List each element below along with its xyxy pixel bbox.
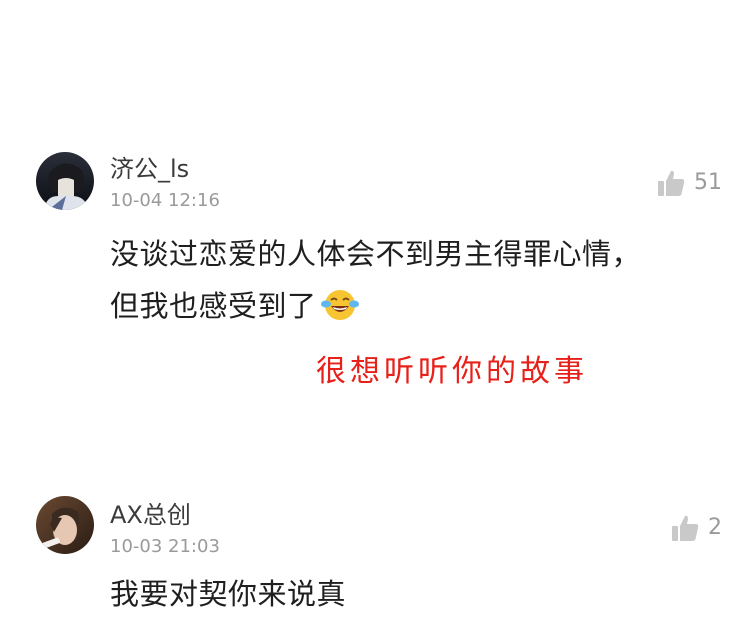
timestamp: 10-04 12:16 <box>110 190 220 211</box>
comment-text-line: 但我也感受到了 <box>110 280 730 338</box>
handwritten-annotation: 很想听听你的故事 <box>316 354 588 389</box>
comment-text: 没谈过恋爱的人体会不到男主得罪心情， 但我也感受到了 <box>110 228 730 338</box>
thumbs-up-icon <box>670 513 700 543</box>
username[interactable]: AX总创 <box>110 501 191 529</box>
avatar[interactable] <box>36 152 94 210</box>
like-count: 2 <box>708 515 722 540</box>
thumbs-up-icon <box>656 168 686 198</box>
comment-text-line: 没谈过恋爱的人体会不到男主得罪心情， <box>110 237 642 271</box>
like-count: 51 <box>694 170 722 195</box>
comment-text-segment: 但我也感受到了 <box>110 289 317 323</box>
comment-text: 我要对契你来说真 <box>110 577 347 611</box>
timestamp: 10-03 21:03 <box>110 536 220 557</box>
like-button[interactable]: 51 <box>656 168 722 198</box>
username[interactable]: 济公_ls <box>110 155 189 183</box>
like-button[interactable]: 2 <box>670 513 722 543</box>
laughing-crying-emoji-icon <box>320 286 359 338</box>
avatar[interactable] <box>36 496 94 554</box>
